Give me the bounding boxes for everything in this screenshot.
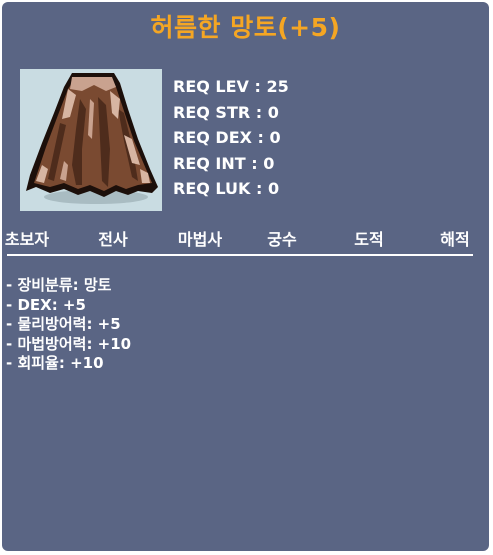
divider — [7, 254, 473, 256]
job-beginner: 초보자 — [4, 230, 50, 249]
job-magician: 마법사 — [177, 230, 223, 249]
stat-category: - 장비분류: 망토 — [6, 276, 112, 294]
requirements-list: REQ LEV : 25 REQ STR : 0 REQ DEX : 0 REQ… — [173, 74, 289, 202]
job-bowman: 궁수 — [267, 230, 297, 249]
job-list: 초보자 전사 마법사 궁수 도적 해적 — [2, 226, 489, 252]
req-str: REQ STR : 0 — [173, 102, 279, 122]
item-tooltip: 허름한 망토(+5) REQ LEV : 25 REQ STR: 0 REQ … — [2, 2, 489, 551]
job-warrior: 전사 — [98, 230, 128, 249]
item-name: 허름한 망토(+5) — [150, 13, 341, 42]
stat-dex: - DEX: +5 — [6, 295, 86, 314]
job-pirate: 해적 — [440, 230, 470, 249]
item-stats: - 장비분류: 망토 - DEX: +5 - 물리방어력: +5 - 마법방어력… — [6, 276, 131, 374]
req-dex: REQ DEX : 0 — [173, 128, 281, 147]
stat-physical-defense: - 물리방어력: +5 — [6, 315, 121, 334]
req-luk: REQ LUK : 0 — [173, 179, 280, 198]
job-thief: 도적 — [354, 230, 384, 249]
stat-avoidability: - 회피율: +10 — [6, 354, 104, 373]
item-icon-frame — [20, 69, 162, 211]
req-int: REQ INT : 0 — [173, 153, 275, 173]
brown-cape-icon — [26, 73, 158, 204]
stat-magic-defense: - 마법방어력: +10 — [6, 334, 132, 353]
req-level: REQ LEV : 25 — [173, 77, 289, 96]
